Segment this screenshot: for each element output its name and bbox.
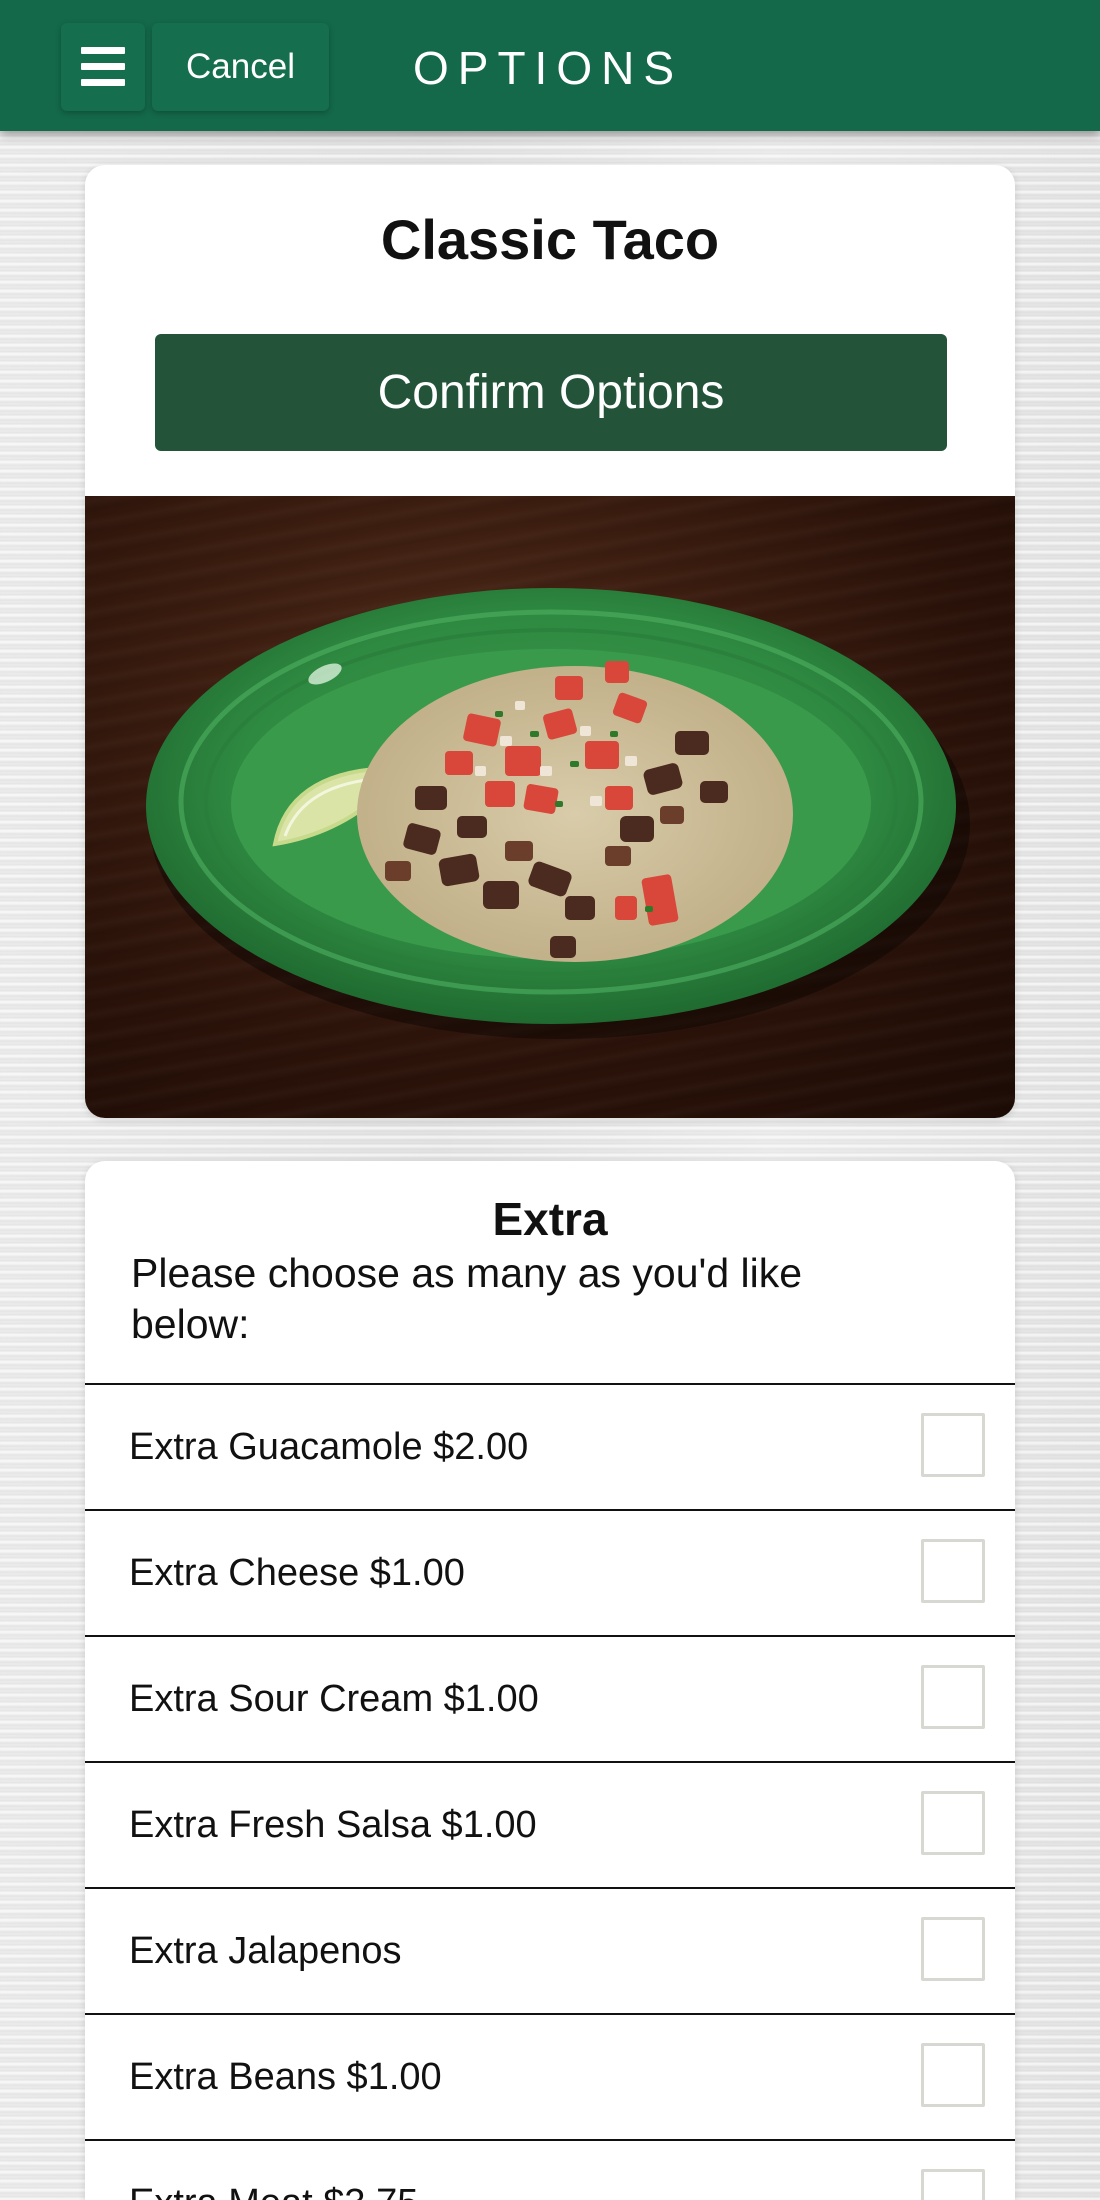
option-label: Extra Cheese $1.00 — [129, 1552, 465, 1594]
option-row[interactable]: Extra Sour Cream $1.00 — [85, 1635, 1015, 1761]
product-photo — [85, 496, 1015, 1118]
option-checkbox[interactable] — [921, 1413, 985, 1477]
option-checkbox[interactable] — [921, 1539, 985, 1603]
option-row[interactable]: Extra Jalapenos — [85, 1887, 1015, 2013]
top-bar: Cancel OPTIONS — [0, 0, 1100, 131]
product-name: Classic Taco — [380, 208, 720, 271]
option-label: Extra Jalapenos — [129, 1930, 402, 1972]
option-list: Extra Guacamole $2.00 Extra Cheese $1.00… — [85, 1383, 1015, 2200]
option-label: Extra Meat $3.75 — [129, 2141, 418, 2200]
hamburger-menu-icon — [81, 45, 125, 89]
option-label: Extra Sour Cream $1.00 — [129, 1678, 539, 1720]
option-checkbox[interactable] — [921, 1917, 985, 1981]
option-label: Extra Fresh Salsa $1.00 — [129, 1804, 537, 1846]
option-checkbox[interactable] — [921, 2043, 985, 2107]
option-row[interactable]: Extra Meat $3.75 — [85, 2139, 1015, 2200]
option-row[interactable]: Extra Guacamole $2.00 — [85, 1383, 1015, 1509]
option-checkbox[interactable] — [921, 2169, 985, 2200]
option-row[interactable]: Extra Cheese $1.00 — [85, 1509, 1015, 1635]
option-checkbox[interactable] — [921, 1665, 985, 1729]
option-row[interactable]: Extra Fresh Salsa $1.00 — [85, 1761, 1015, 1887]
option-label: Extra Guacamole $2.00 — [129, 1426, 529, 1468]
option-label: Extra Beans $1.00 — [129, 2056, 442, 2098]
option-group-instructions: Please choose as many as you'd like belo… — [131, 1250, 803, 1347]
confirm-options-button[interactable]: Confirm Options — [155, 334, 947, 451]
taco-plate-image — [146, 588, 970, 1039]
product-card: Classic Taco Confirm Options — [85, 165, 1015, 1118]
option-row[interactable]: Extra Beans $1.00 — [85, 2013, 1015, 2139]
cancel-button[interactable]: Cancel — [152, 23, 329, 111]
menu-button[interactable] — [61, 23, 145, 111]
options-group-card: Extra Please choose as many as you'd lik… — [85, 1161, 1015, 2200]
option-checkbox[interactable] — [921, 1791, 985, 1855]
page-title: OPTIONS — [413, 42, 684, 94]
option-group-title: Extra — [492, 1193, 608, 1245]
